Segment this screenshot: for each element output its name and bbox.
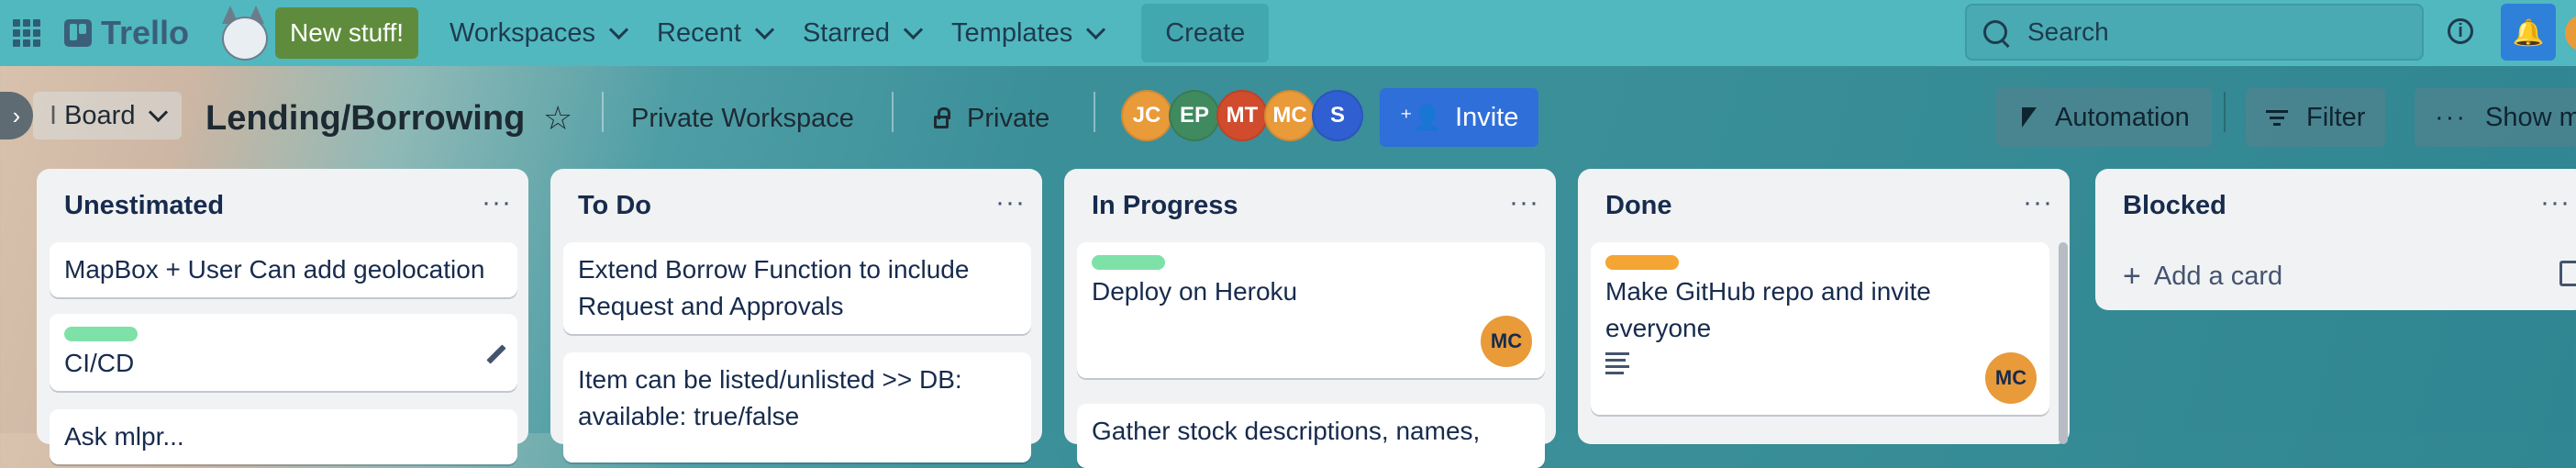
member-avatar[interactable]: MT [1216,90,1268,141]
visibility-button[interactable]: Private [934,90,1049,147]
card-member-avatar[interactable]: MC [1985,352,2037,404]
more-icon: ··· [2435,102,2467,132]
search-icon [1983,20,2007,44]
automation-button[interactable]: Automation [1996,88,2212,147]
trello-logo[interactable]: Trello [64,14,189,52]
member-avatar[interactable]: S [1312,90,1363,141]
list-done: Done ··· Make GitHub repo and invite eve… [1578,169,2070,444]
show-menu-label: Show menu [2484,102,2576,132]
automation-label: Automation [2055,102,2190,132]
board-view-switcher[interactable]: I Board [33,92,183,139]
card[interactable]: Make GitHub repo and invite everyone MC [1591,242,2049,415]
list-title[interactable]: Unestimated [64,191,224,221]
list-title[interactable]: To Do [578,191,651,221]
list-menu-icon[interactable]: ··· [482,187,512,218]
edit-pencil-icon[interactable] [486,344,506,364]
search-input[interactable]: Search [1965,4,2424,61]
invite-button[interactable]: ⁺👤 Invite [1380,88,1539,147]
list-title[interactable]: Blocked [2123,191,2226,221]
card-template-icon[interactable] [2559,261,2576,286]
filter-label: Filter [2306,102,2366,132]
card-title: Extend Borrow Function to include Reques… [578,255,970,320]
card-title: Ask mlpr... [64,422,184,451]
divider [602,92,604,132]
list-title[interactable]: Done [1605,191,1672,221]
list-to-do: To Do ··· Extend Borrow Function to incl… [550,169,1042,462]
member-avatar[interactable]: MC [1264,90,1316,141]
card-title: MapBox + User Can add geolocation [64,255,485,284]
add-card-label: Add a card [2153,262,2283,291]
list-scrollbar[interactable] [2059,242,2068,444]
card-member-avatar[interactable]: MC [1481,316,1532,367]
card[interactable]: Item can be listed/unlisted >> DB: avail… [563,352,1031,462]
taco-mascot-icon [215,4,273,62]
app-switcher-icon[interactable] [13,19,40,47]
trello-mark-icon [64,19,92,47]
list-menu-icon[interactable]: ··· [1509,187,1539,218]
visibility-label: Private [967,103,1050,133]
list-unestimated: Unestimated ··· MapBox + User Can add ge… [37,169,528,464]
sidebar-expand-button[interactable]: › [0,92,33,139]
chevron-down-icon [149,102,169,122]
card[interactable]: Ask mlpr... [50,409,517,464]
card[interactable]: CI/CD [50,314,517,391]
notifications-bell-icon[interactable]: 🔔 [2501,4,2556,61]
add-person-icon: ⁺👤 [1400,103,1443,131]
card-title: Item can be listed/unlisted >> DB: avail… [578,365,962,430]
app-name: Trello [101,14,190,51]
add-card-button[interactable]: + Add a card [2123,259,2282,295]
chevron-down-icon [608,19,629,39]
card-label [1092,255,1165,270]
card[interactable]: Gather stock descriptions, names, [1077,404,1545,468]
card-title: Make GitHub repo and invite everyone [1605,277,1931,342]
create-button[interactable]: Create [1141,4,1270,62]
nav-templates[interactable]: Templates [951,6,1106,61]
divider [1094,92,1095,132]
board-members: JC EP MT MC S [1121,90,1363,145]
divider [892,92,894,132]
nav-recent[interactable]: Recent [657,6,775,61]
card-label [1605,255,1679,270]
lock-icon [934,107,950,128]
card[interactable]: Deploy on Heroku MC [1077,242,1545,378]
new-stuff-button[interactable]: New stuff! [275,7,419,59]
nav-starred[interactable]: Starred [803,6,924,61]
divider [2224,92,2226,132]
card-label [64,327,138,341]
plus-icon: + [2123,259,2141,294]
card[interactable]: Extend Borrow Function to include Reques… [563,242,1031,334]
description-icon [1605,352,1629,374]
list-menu-icon[interactable]: ··· [995,187,1026,218]
list-title[interactable]: In Progress [1092,191,1238,221]
card-title: Gather stock descriptions, names, [1092,417,1481,445]
chevron-down-icon [1086,19,1106,39]
filter-icon [2266,109,2288,126]
show-menu-button[interactable]: ··· Show menu [2415,88,2576,147]
nav-workspaces[interactable]: Workspaces [450,6,629,61]
list-menu-icon[interactable]: ··· [2023,187,2053,218]
filter-button[interactable]: Filter [2246,88,2386,147]
search-placeholder: Search [2027,17,2109,46]
star-icon[interactable]: ☆ [543,90,572,147]
chevron-down-icon [903,19,924,39]
info-icon[interactable]: i [2448,18,2473,44]
list-blocked: Blocked ··· + Add a card [2095,169,2576,310]
card-title: CI/CD [64,349,135,377]
card-title: Deploy on Heroku [1092,277,1298,306]
list-in-progress: In Progress ··· Deploy on Heroku MC Gath… [1064,169,1556,468]
member-avatar[interactable]: EP [1169,90,1220,141]
list-menu-icon[interactable]: ··· [2540,187,2570,218]
board-title[interactable]: Lending/Borrowing [205,90,525,147]
invite-label: Invite [1455,102,1519,132]
workspace-button[interactable]: Private Workspace [631,90,854,147]
chevron-down-icon [754,19,775,39]
lightning-icon [2014,107,2037,128]
card[interactable]: MapBox + User Can add geolocation [50,242,517,297]
member-avatar[interactable]: JC [1121,90,1172,141]
